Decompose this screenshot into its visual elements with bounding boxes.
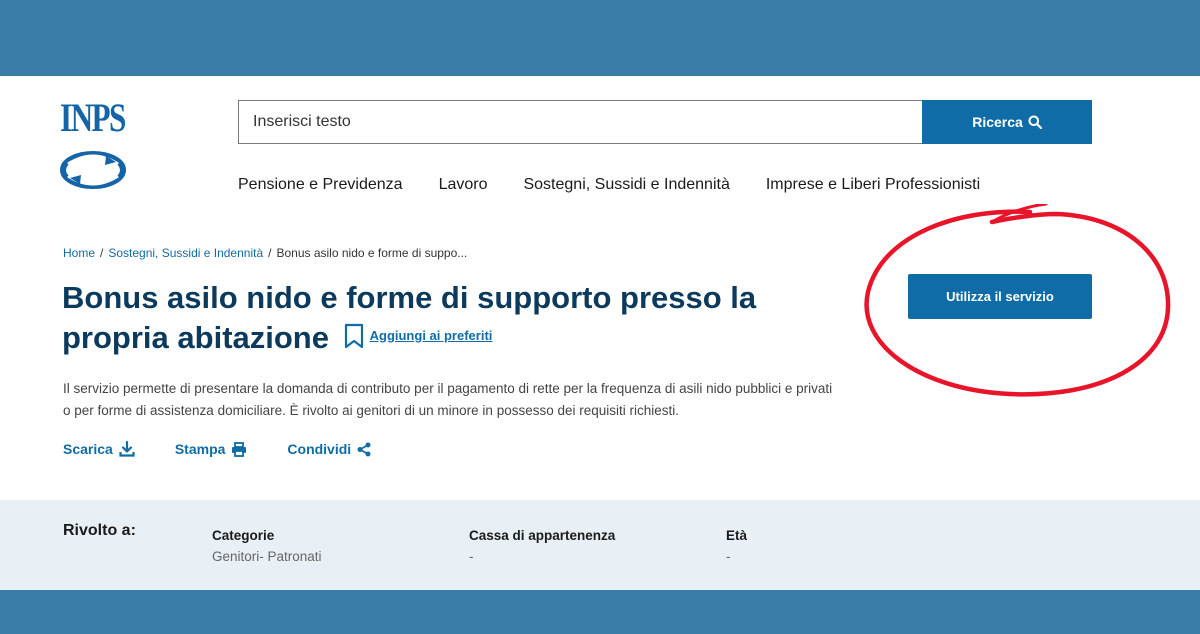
logo-swirl-icon — [60, 151, 126, 189]
breadcrumb: Home / Sostegni, Sussidi e Indennità / B… — [63, 246, 467, 260]
download-label: Scarica — [63, 441, 113, 457]
share-link[interactable]: Condividi — [287, 441, 371, 457]
service-description: Il servizio permette di presentare la do… — [63, 381, 833, 418]
search-icon — [1028, 115, 1042, 129]
target-audience-heading: Rivolto a: — [63, 522, 136, 539]
info-eta-label: Età — [726, 528, 748, 543]
share-icon — [357, 442, 371, 456]
add-to-favorites[interactable]: Aggiungi ai preferiti — [344, 316, 493, 356]
bottom-band — [0, 590, 1200, 634]
breadcrumb-current: Bonus asilo nido e forme di suppo... — [276, 246, 468, 260]
info-categories-label: Categorie — [212, 528, 275, 543]
print-label: Stampa — [174, 441, 226, 457]
info-eta: Età - — [726, 528, 747, 564]
use-service-button[interactable]: Utilizza il servizio — [908, 274, 1092, 319]
page-content: INPS Ricerca Pensione e Previdenza Lavor… — [0, 76, 1200, 590]
nav-item-pensione[interactable]: Pensione e Previdenza — [238, 176, 403, 194]
search-button-label: Ricerca — [972, 114, 1023, 130]
share-label: Condividi — [287, 441, 352, 457]
breadcrumb-separator: / — [268, 246, 272, 260]
info-cassa-value: - — [469, 549, 474, 564]
search-button[interactable]: Ricerca — [922, 100, 1092, 144]
nav-item-sostegni[interactable]: Sostegni, Sussidi e Indennità — [523, 176, 729, 194]
page-actions: Scarica Stampa Condividi — [63, 441, 371, 457]
nav-item-imprese[interactable]: Imprese e Liberi Professionisti — [766, 176, 980, 194]
info-eta-value: - — [726, 549, 731, 564]
info-categories-value: Genitori- Patronati — [212, 549, 322, 564]
info-categories: Categorie Genitori- Patronati — [212, 528, 322, 564]
print-icon — [232, 441, 247, 457]
download-link[interactable]: Scarica — [63, 441, 135, 457]
page-title: Bonus asilo nido e forme di supporto pre… — [62, 278, 822, 360]
add-to-favorites-label: Aggiungi ai preferiti — [369, 327, 493, 343]
logo-text: INPS — [60, 95, 126, 140]
main-nav: Pensione e Previdenza Lavoro Sostegni, S… — [238, 176, 980, 194]
top-band — [0, 0, 1200, 76]
inps-logo[interactable]: INPS — [60, 98, 130, 190]
breadcrumb-separator: / — [100, 246, 104, 260]
target-audience-section: Rivolto a: Categorie Genitori- Patronati… — [0, 500, 1200, 590]
info-cassa: Cassa di appartenenza - — [469, 528, 615, 564]
bookmark-icon — [344, 323, 363, 348]
print-link[interactable]: Stampa — [175, 441, 248, 457]
breadcrumb-section[interactable]: Sostegni, Sussidi e Indennità — [108, 246, 263, 260]
nav-item-lavoro[interactable]: Lavoro — [439, 176, 488, 194]
breadcrumb-home[interactable]: Home — [63, 246, 95, 260]
info-cassa-label: Cassa di appartenenza — [469, 528, 616, 543]
search-bar: Ricerca — [238, 100, 1092, 144]
search-input[interactable] — [238, 100, 924, 144]
download-icon — [119, 441, 135, 457]
